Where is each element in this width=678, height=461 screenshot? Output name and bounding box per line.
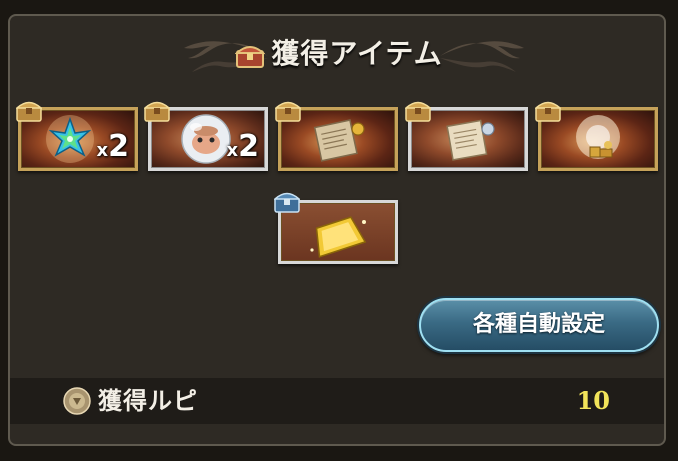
gold-chest-icon	[16, 101, 42, 122]
item-count: x2	[96, 129, 130, 164]
rupie-label: 獲得ルピ	[98, 387, 198, 415]
auto-settings-label: 各種自動設定	[472, 312, 605, 337]
gold-chest-icon	[405, 101, 431, 122]
rupie-summary: 獲得ルピ 10	[10, 378, 664, 424]
item-count: x2	[226, 129, 260, 164]
title-text: 獲得アイテム	[271, 37, 443, 70]
rupie-coin-icon	[63, 387, 91, 415]
rupie-value: 10	[576, 386, 610, 415]
gold-chest-icon	[535, 101, 561, 122]
header: 獲得アイテム	[10, 34, 664, 78]
page-title: 獲得アイテム	[10, 34, 664, 74]
loot-result-panel: 獲得アイテム x2 x2 各種自動設定 獲得ルピ 10	[8, 14, 666, 446]
blue-chest-icon	[274, 192, 300, 213]
treasure-chest-icon	[235, 46, 266, 68]
auto-settings-button[interactable]: 各種自動設定	[419, 298, 659, 352]
gold-chest-icon	[144, 101, 170, 122]
gold-chest-icon	[275, 101, 301, 122]
